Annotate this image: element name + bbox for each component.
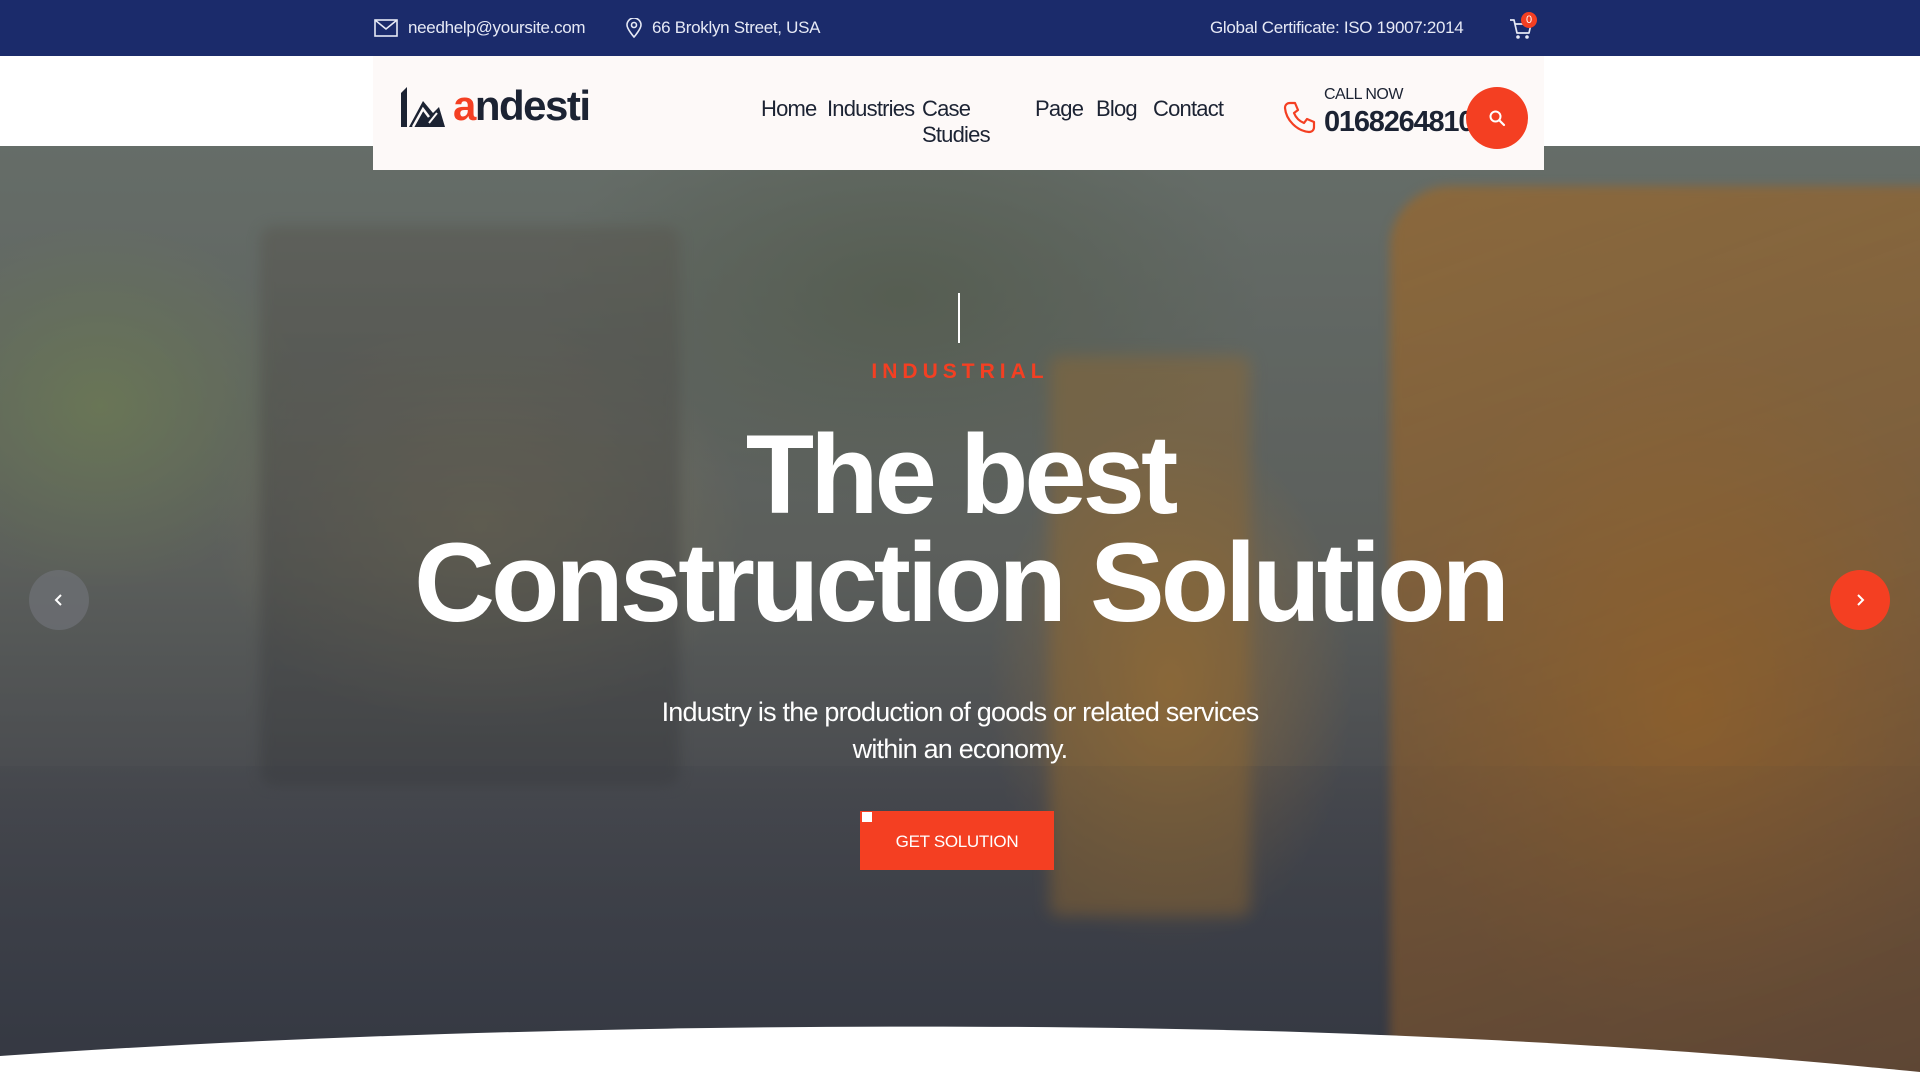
- hero-title: The best Construction Solution: [0, 412, 1920, 645]
- call-number: 01682648101: [1324, 106, 1489, 138]
- logo-mark-icon: [401, 87, 445, 128]
- hero-divider-line: [958, 293, 960, 343]
- nav-industries[interactable]: Industries: [827, 96, 915, 122]
- envelope-icon: [374, 19, 398, 37]
- address-text: 66 Broklyn Street, USA: [652, 18, 821, 37]
- nav-home[interactable]: Home: [761, 96, 817, 122]
- hero-slider: INDUSTRIAL The best Construction Solutio…: [0, 146, 1920, 1079]
- search-icon: [1489, 110, 1506, 127]
- hero-subtitle: Industry is the production of goods or r…: [661, 697, 1260, 764]
- site-logo[interactable]: andesti: [399, 82, 591, 130]
- logo-accent-letter: a: [453, 82, 476, 129]
- nav-page[interactable]: Page: [1035, 96, 1084, 122]
- slider-next-button[interactable]: [1830, 570, 1890, 630]
- search-button[interactable]: [1466, 87, 1528, 149]
- cta-corner-dot: [862, 812, 872, 822]
- logo-text: andesti: [453, 82, 591, 130]
- chevron-left-icon: [54, 594, 62, 606]
- certificate-text: Global Certificate: ISO 19007:2014: [1210, 18, 1464, 37]
- nav-case-studies[interactable]: Case Studies: [922, 96, 991, 148]
- call-now-label: CALL NOW: [1324, 86, 1403, 103]
- slider-prev-button[interactable]: [29, 570, 89, 630]
- top-bar: needhelp@yoursite.com 66 Broklyn Street,…: [0, 0, 1920, 56]
- top-address: 66 Broklyn Street, USA: [626, 0, 821, 56]
- main-header: andesti Home Industries Case Studies Pag…: [373, 56, 1544, 170]
- hero-tag: INDUSTRIAL: [871, 360, 1049, 383]
- hero-title-line2: Construction Solution: [414, 520, 1510, 645]
- phone-icon: [1283, 101, 1316, 134]
- chevron-right-icon: [1857, 594, 1865, 606]
- top-email[interactable]: needhelp@yoursite.com: [374, 0, 586, 56]
- get-solution-button[interactable]: GET SOLUTION: [860, 811, 1054, 870]
- nav-blog[interactable]: Blog: [1096, 96, 1138, 122]
- map-pin-icon: [626, 18, 642, 38]
- hero-bottom-wave: [0, 1026, 1920, 1079]
- cart-count-badge: 0: [1521, 12, 1537, 28]
- hero-title-line1: The best: [745, 412, 1179, 537]
- email-text: needhelp@yoursite.com: [408, 18, 586, 37]
- nav-contact[interactable]: Contact: [1153, 96, 1224, 122]
- logo-rest-text: ndesti: [474, 82, 591, 129]
